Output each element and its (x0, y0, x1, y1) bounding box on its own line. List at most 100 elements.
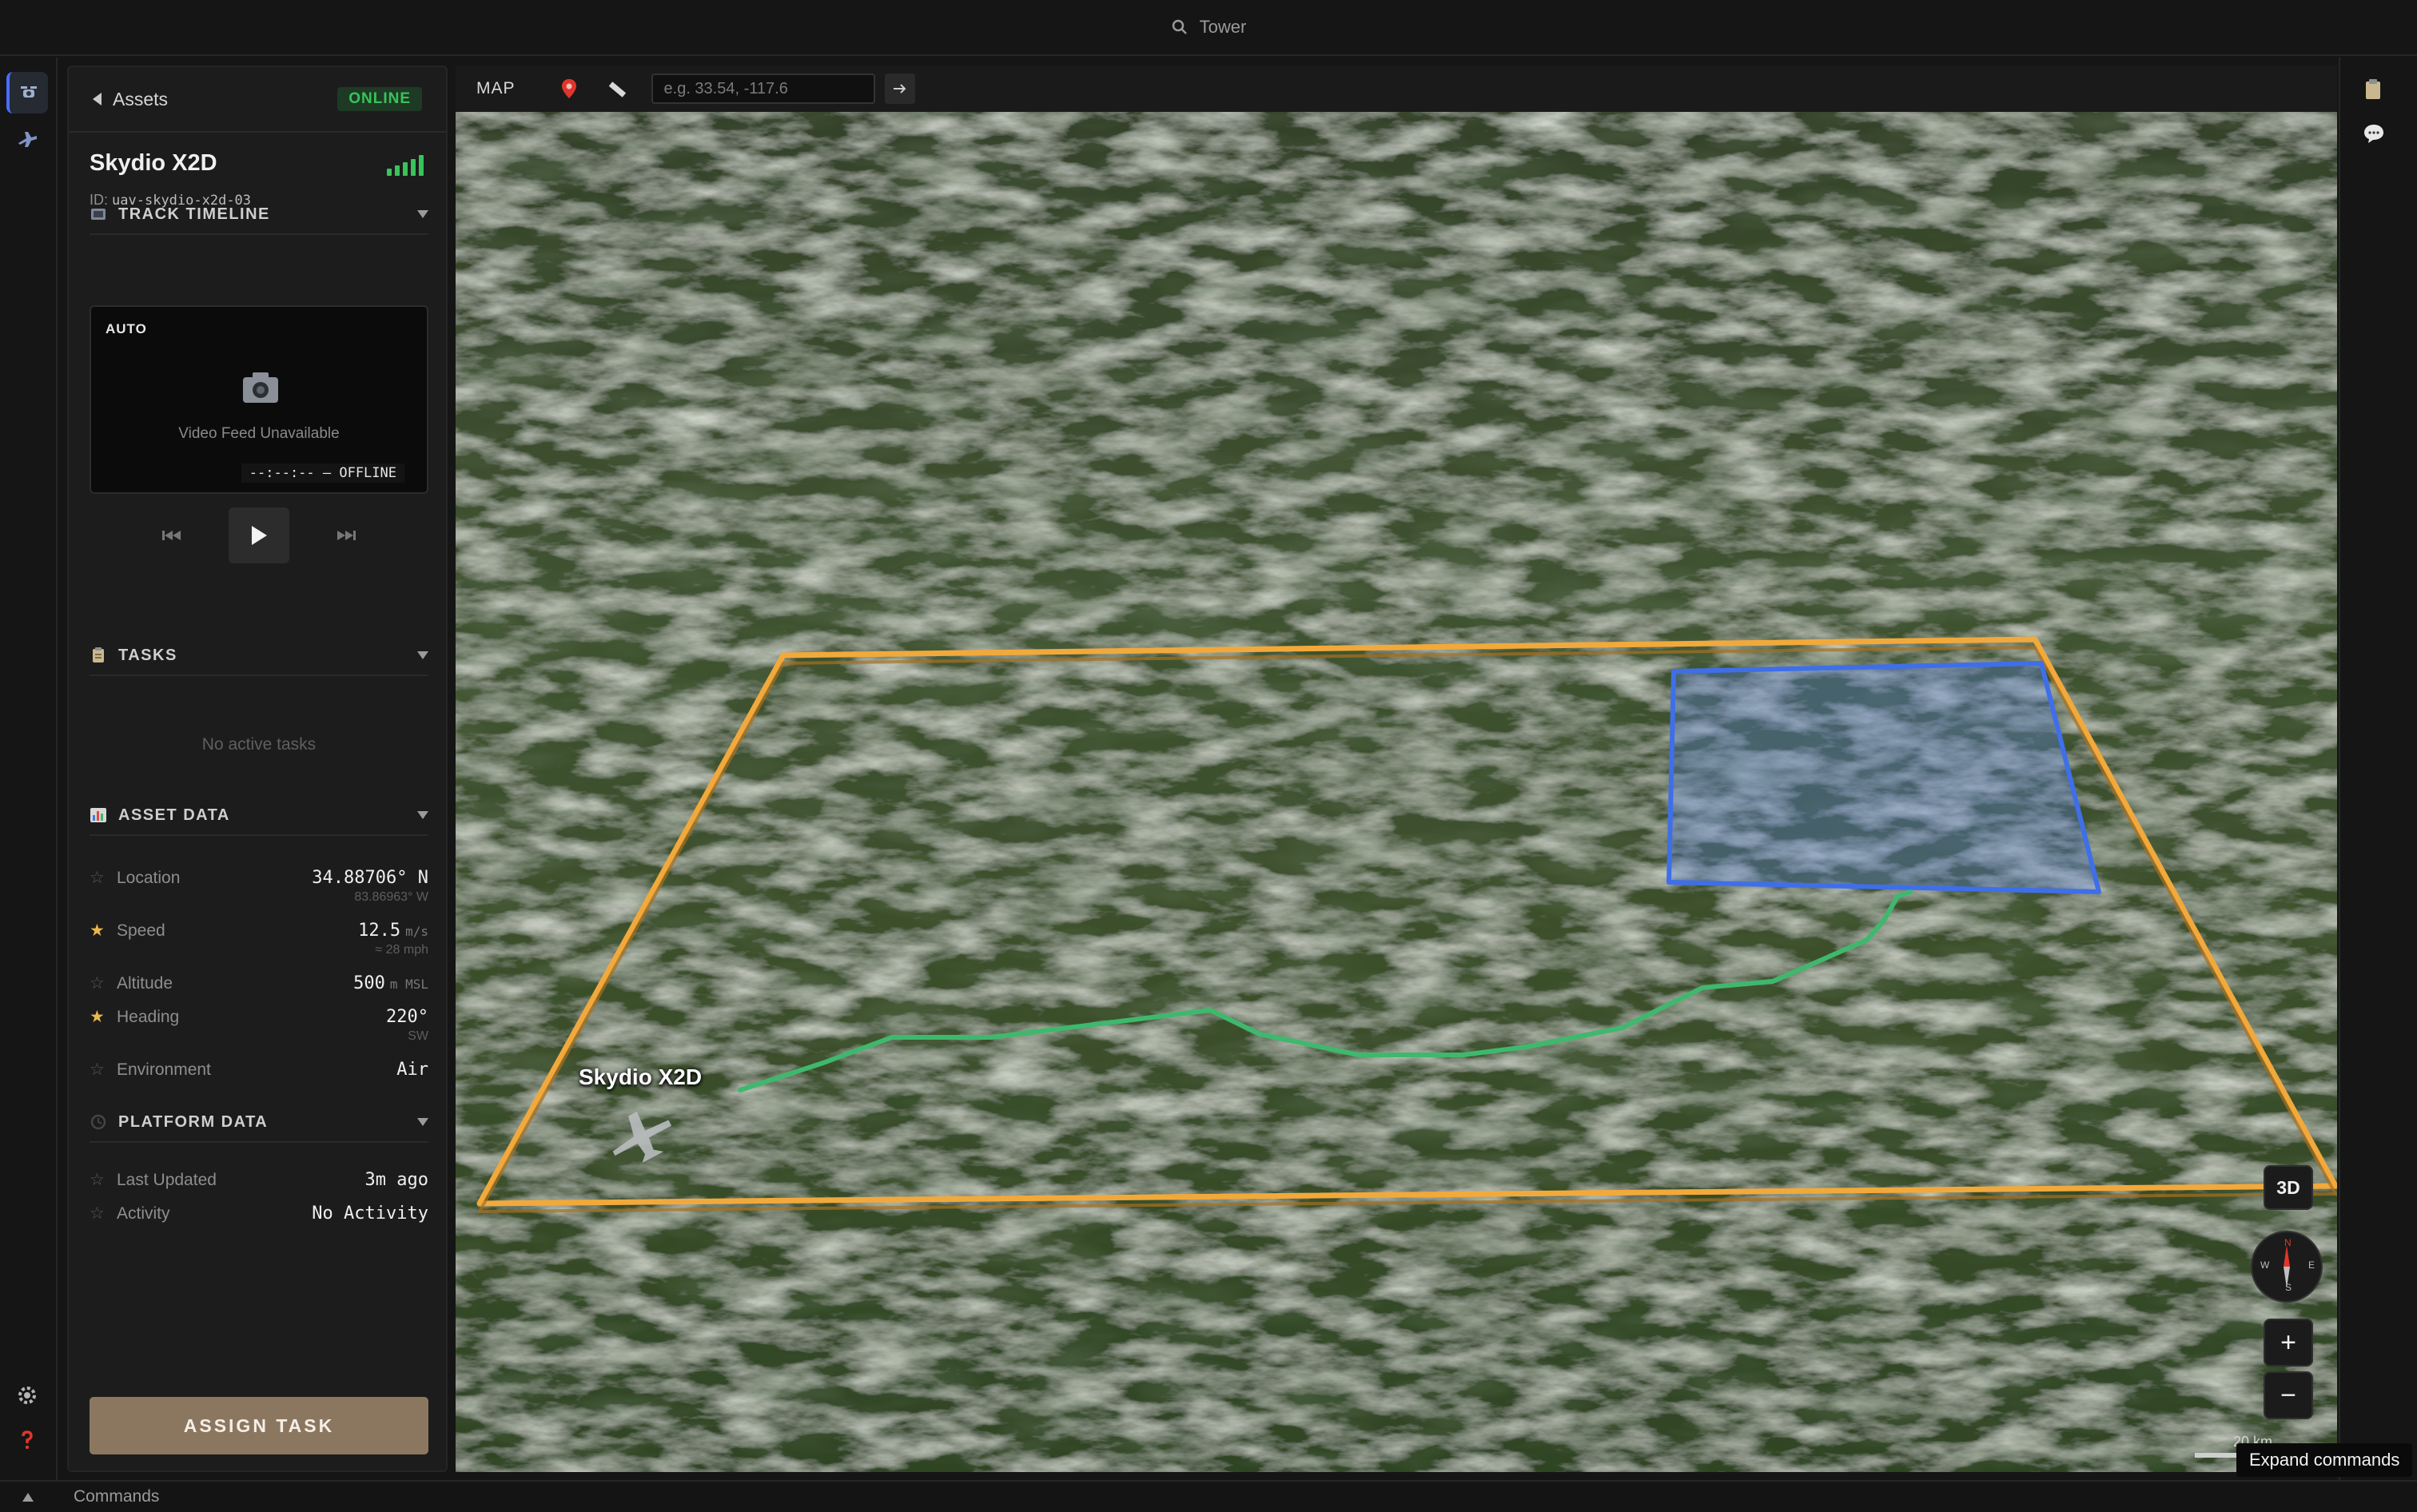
measure-tool-button[interactable] (603, 75, 631, 102)
chevron-down-icon[interactable] (417, 811, 428, 819)
bar-chart-icon (90, 806, 107, 824)
map-scale-bar (2195, 1453, 2243, 1458)
map-pin-icon (561, 79, 576, 98)
star-outline-icon[interactable]: ☆ (90, 1060, 107, 1080)
environment-value: Air (396, 1060, 428, 1080)
clipboard-icon (2366, 79, 2380, 99)
speed-value: 12.5 (358, 921, 401, 941)
section-track-timeline[interactable]: TRACK TIMELINE (90, 195, 428, 235)
playback-controls (90, 505, 428, 566)
section-label: TASKS (118, 646, 177, 664)
zoom-in-button[interactable]: + (2264, 1319, 2313, 1367)
status-badge: ONLINE (337, 87, 422, 111)
restricted-zone (1666, 661, 2101, 894)
compass-e: E (2308, 1259, 2315, 1271)
star-filled-icon[interactable]: ★ (90, 921, 107, 941)
heading-value: 220° (386, 1007, 428, 1027)
ruler-icon (608, 82, 626, 97)
rail-drone-button[interactable] (6, 72, 48, 113)
play-button[interactable] (229, 507, 289, 563)
chevron-down-icon[interactable] (417, 651, 428, 659)
chevron-up-icon[interactable] (22, 1492, 34, 1502)
terrain-map[interactable] (456, 112, 2337, 1472)
row-label: Altitude (117, 973, 173, 993)
commands-bar[interactable]: Commands (0, 1480, 2417, 1512)
map-label: MAP (476, 79, 516, 97)
video-mode-label[interactable]: AUTO (106, 321, 147, 337)
help-button[interactable] (6, 1419, 48, 1461)
altitude-value: 500 (353, 973, 385, 993)
compass-s: S (2285, 1282, 2292, 1293)
gear-icon (18, 1387, 36, 1404)
sidebar-header: Assets ONLINE (69, 67, 446, 133)
section-label: TRACK TIMELINE (118, 205, 270, 223)
left-icon-rail (0, 58, 58, 1480)
compass-n: N (2284, 1237, 2292, 1248)
coordinate-input[interactable] (651, 74, 875, 104)
clock-icon (90, 1113, 107, 1131)
settings-button[interactable] (6, 1375, 48, 1416)
video-status: --:--:-- – OFFLINE (241, 464, 404, 483)
go-to-coordinate-button[interactable] (884, 74, 915, 104)
compass-widget[interactable]: N S E W (2251, 1231, 2323, 1303)
star-outline-icon[interactable]: ☆ (90, 868, 107, 888)
skip-forward-icon (337, 531, 356, 540)
video-unavailable-text: Video Feed Unavailable (178, 425, 340, 442)
row-label: Heading (117, 1007, 180, 1026)
star-outline-icon[interactable]: ☆ (90, 973, 107, 993)
row-label: Location (117, 868, 181, 887)
location-secondary: 83.86963° W (354, 890, 428, 904)
chat-bubble-icon (2364, 125, 2383, 143)
altitude-unit: m MSL (389, 977, 428, 992)
arrow-right-icon (893, 84, 906, 94)
section-tasks[interactable]: TASKS (90, 636, 428, 676)
section-label: PLATFORM DATA (118, 1112, 269, 1131)
section-platform-data[interactable]: PLATFORM DATA (90, 1103, 428, 1143)
skip-forward-button[interactable] (332, 522, 360, 549)
back-label: Assets (113, 88, 169, 109)
skip-back-icon (162, 531, 181, 540)
pin-tool-button[interactable] (555, 75, 583, 102)
chat-button[interactable] (2363, 123, 2385, 148)
aircraft-icon (18, 132, 37, 147)
back-to-assets-button[interactable]: Assets (93, 89, 168, 110)
play-icon (252, 526, 267, 545)
rail-aircraft-button[interactable] (6, 118, 48, 160)
asset-name: Skydio X2D (90, 150, 217, 176)
speed-secondary: ≈ 28 mph (375, 943, 428, 957)
heading-secondary: SW (408, 1029, 428, 1043)
camera-icon (238, 368, 283, 413)
asset-sidebar: Assets ONLINE Skydio X2D ID: uav-skydio-… (67, 66, 448, 1472)
app-title[interactable]: Tower (1200, 17, 1247, 38)
star-outline-icon[interactable]: ☆ (90, 1170, 107, 1190)
speed-unit: m/s (405, 924, 428, 939)
notes-button[interactable] (2363, 78, 2383, 105)
assign-task-button[interactable]: ASSIGN TASK (90, 1397, 428, 1454)
search-icon[interactable] (1171, 18, 1189, 36)
last-updated-value: 3m ago (364, 1170, 428, 1190)
row-label: Activity (117, 1204, 170, 1223)
back-arrow-icon (93, 93, 102, 105)
asset-map-label[interactable]: Skydio X2D (579, 1064, 702, 1090)
star-outline-icon[interactable]: ☆ (90, 1204, 107, 1224)
map-view[interactable]: MAP e.g. 33.54, -117.6 Skydio X2D 3D N S… (456, 66, 2337, 1472)
commands-label[interactable]: Commands (74, 1487, 159, 1506)
film-icon (90, 205, 107, 223)
signal-strength-icon (387, 155, 424, 176)
skip-back-button[interactable] (158, 522, 185, 549)
chevron-down-icon[interactable] (417, 1118, 428, 1126)
zoom-out-button[interactable]: − (2264, 1371, 2313, 1419)
row-label: Environment (117, 1060, 211, 1079)
section-label: ASSET DATA (118, 806, 230, 824)
drone-icon (21, 86, 37, 97)
star-filled-icon[interactable]: ★ (90, 1007, 107, 1027)
title-bar: Tower (0, 0, 2417, 56)
chevron-down-icon[interactable] (417, 210, 428, 218)
no-tasks-text: No active tasks (201, 735, 317, 754)
row-label: Speed (117, 921, 165, 940)
section-asset-data[interactable]: ASSET DATA (90, 796, 428, 836)
view-mode-3d-button[interactable]: 3D (2264, 1165, 2313, 1210)
row-label: Last Updated (117, 1170, 217, 1189)
help-icon (22, 1430, 33, 1450)
video-feed-panel: AUTO Video Feed Unavailable --:--:-- – O… (90, 305, 428, 494)
